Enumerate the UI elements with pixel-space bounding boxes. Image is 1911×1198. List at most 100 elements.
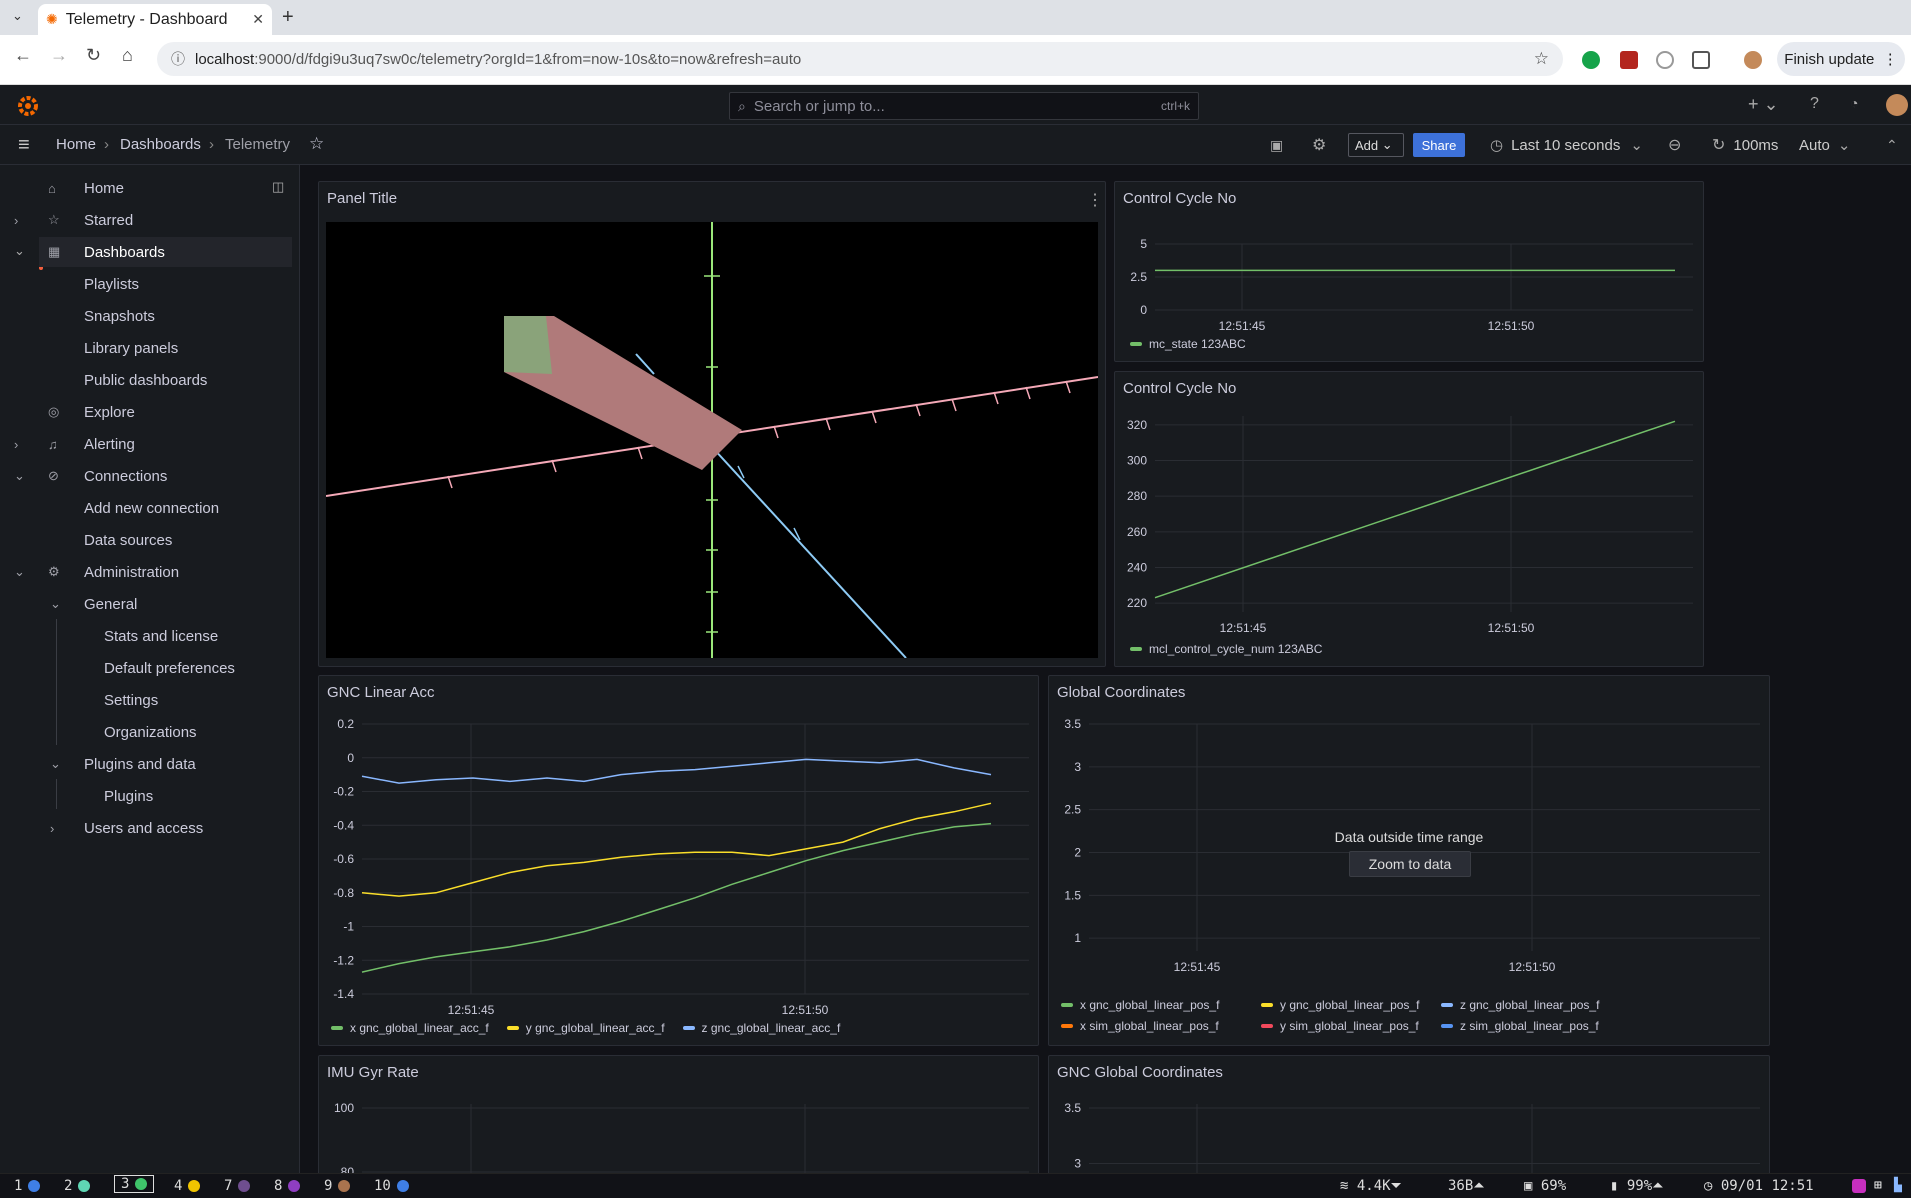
- new-menu-plus-icon[interactable]: + ⌄: [1748, 94, 1779, 115]
- sidebar-item-administration[interactable]: ⌄ ⚙ Administration: [0, 557, 300, 587]
- 3d-scene-canvas[interactable]: [326, 222, 1098, 658]
- workspace-button[interactable]: 7: [224, 1178, 251, 1194]
- refresh-picker[interactable]: ↻ 100ms: [1712, 133, 1778, 157]
- workspace-button[interactable]: 9: [324, 1178, 351, 1194]
- sidebar-item-users-and-access[interactable]: › Users and access: [0, 813, 300, 843]
- finish-update-button[interactable]: Finish update ⋮: [1777, 42, 1905, 76]
- legend-item[interactable]: x gnc_global_linear_acc_f: [331, 1021, 489, 1035]
- legend-label: x gnc_global_linear_acc_f: [350, 1021, 489, 1035]
- control-cycle-state-chart[interactable]: 5 2.5 0 12:51:45 12:51:50: [1115, 182, 1705, 363]
- forward-icon[interactable]: →: [50, 45, 68, 66]
- zoom-to-data-button[interactable]: Zoom to data: [1349, 851, 1471, 877]
- home-icon[interactable]: ⌂: [122, 45, 133, 66]
- zoom-out-icon[interactable]: ⊖: [1668, 133, 1681, 157]
- grammarly-extension-icon[interactable]: [1582, 51, 1600, 69]
- workspace-button[interactable]: 3: [114, 1175, 155, 1193]
- imu-gyr-rate-chart[interactable]: 10080: [319, 1056, 1040, 1174]
- chevron-down-icon[interactable]: ⌄: [14, 564, 25, 580]
- sidebar-item-organizations[interactable]: Organizations: [104, 717, 284, 747]
- tab-list-chevron-icon[interactable]: ⌄: [12, 8, 23, 24]
- workspace-button[interactable]: 10: [374, 1178, 409, 1194]
- sidebar-item-home[interactable]: ⌂ Home: [0, 173, 300, 203]
- news-rss-icon[interactable]: ◔: [1850, 95, 1858, 111]
- bookmark-star-icon[interactable]: ☆: [1534, 49, 1549, 69]
- sidebar-item-data-sources[interactable]: Data sources: [84, 525, 284, 555]
- settings-gear-icon[interactable]: ⚙: [1312, 133, 1326, 157]
- legend-item[interactable]: z sim_global_linear_pos_f: [1441, 1019, 1641, 1033]
- time-range-picker[interactable]: ◷ Last 10 seconds ⌄: [1490, 133, 1643, 157]
- search-input[interactable]: ⌕ Search or jump to... ctrl+k: [729, 92, 1199, 120]
- close-tab-icon[interactable]: ✕: [252, 11, 264, 28]
- chevron-down-icon[interactable]: ⌄: [50, 756, 61, 772]
- sidebar-item-starred[interactable]: › ☆ Starred: [0, 205, 300, 235]
- menu-hamburger-icon[interactable]: ≡: [18, 134, 30, 157]
- y-tick-label: 3.5: [1064, 1101, 1081, 1115]
- new-tab-icon[interactable]: +: [282, 6, 294, 29]
- star-icon[interactable]: ☆: [309, 134, 324, 154]
- sidebar-item-general[interactable]: ⌄ General: [0, 589, 300, 619]
- profile-avatar[interactable]: [1744, 51, 1762, 69]
- share-button[interactable]: Share: [1413, 133, 1465, 157]
- workspace-button[interactable]: 2: [64, 1178, 91, 1194]
- user-avatar[interactable]: [1886, 94, 1908, 116]
- site-info-icon[interactable]: ⓘ: [171, 49, 185, 69]
- back-icon[interactable]: ←: [14, 45, 32, 66]
- sidebar-item-plugins[interactable]: Plugins: [104, 781, 284, 811]
- reload-icon[interactable]: ↻: [86, 45, 101, 66]
- breadcrumb-dashboards[interactable]: Dashboards: [120, 136, 201, 153]
- sidebar-item-playlists[interactable]: Playlists: [84, 269, 284, 299]
- sidebar-item-explore[interactable]: ◎ Explore: [0, 397, 300, 427]
- chevron-right-icon[interactable]: ›: [50, 821, 54, 836]
- extension-icon[interactable]: [1620, 51, 1638, 69]
- sidebar-item-connections[interactable]: ⌄ ⊘ Connections: [0, 461, 300, 491]
- chevron-right-icon[interactable]: ›: [14, 437, 18, 452]
- control-cycle-num-chart[interactable]: 320 300 280 260 240 220 12:51:45 12:51:50: [1115, 372, 1705, 668]
- url-input[interactable]: ⓘ localhost:9000/d/fdgi9u3uq7sw0c/teleme…: [157, 42, 1563, 76]
- sidebar-item-add-new-connection[interactable]: Add new connection: [84, 493, 284, 523]
- sidebar-item-public-dashboards[interactable]: Public dashboards: [84, 365, 284, 395]
- legend-item[interactable]: mc_state 123ABC: [1130, 337, 1246, 351]
- chevron-down-icon: ⌄: [1837, 137, 1851, 154]
- extension-icon[interactable]: [1656, 51, 1674, 69]
- sidebar-item-dashboards[interactable]: ▦ Dashboards: [39, 237, 292, 267]
- chevron-right-icon[interactable]: ›: [14, 213, 18, 228]
- legend-item[interactable]: mcl_control_cycle_num 123ABC: [1130, 642, 1322, 656]
- gnc-global-coordinates-chart[interactable]: 3.53: [1049, 1056, 1771, 1174]
- tray-app-icon[interactable]: [1852, 1179, 1866, 1193]
- legend-item[interactable]: z gnc_global_linear_pos_f: [1441, 998, 1641, 1012]
- grafana-logo-icon[interactable]: [16, 94, 40, 118]
- chevron-down-icon[interactable]: ⌄: [14, 243, 25, 259]
- add-button[interactable]: Add ⌄: [1348, 133, 1404, 157]
- extensions-puzzle-icon[interactable]: [1692, 51, 1710, 69]
- panel-menu-icon[interactable]: ⋮: [1087, 190, 1103, 210]
- chevron-down-icon[interactable]: ⌄: [50, 596, 61, 612]
- legend-label: mc_state 123ABC: [1149, 337, 1246, 351]
- legend-item[interactable]: z gnc_global_linear_acc_f: [682, 1021, 840, 1035]
- legend-item[interactable]: x sim_global_linear_pos_f: [1061, 1019, 1261, 1033]
- workspace-button[interactable]: 4: [174, 1178, 201, 1194]
- legend-item[interactable]: y gnc_global_linear_acc_f: [506, 1021, 665, 1035]
- legend-item[interactable]: y gnc_global_linear_pos_f: [1261, 998, 1441, 1012]
- refresh-mode-select[interactable]: Auto ⌄: [1799, 133, 1850, 157]
- legend-item[interactable]: x gnc_global_linear_pos_f: [1061, 998, 1261, 1012]
- collapse-chevron-up-icon[interactable]: ⌃: [1886, 133, 1898, 157]
- workspace-button[interactable]: 8: [274, 1178, 301, 1194]
- sidebar-item-default-preferences[interactable]: Default preferences: [104, 653, 284, 683]
- tray-app-icon[interactable]: ▙: [1894, 1178, 1902, 1193]
- refresh-icon[interactable]: ↻: [1712, 135, 1725, 155]
- save-icon[interactable]: ▣: [1270, 133, 1283, 157]
- sidebar-item-snapshots[interactable]: Snapshots: [84, 301, 284, 331]
- sidebar-item-settings[interactable]: Settings: [104, 685, 284, 715]
- legend-item[interactable]: y sim_global_linear_pos_f: [1261, 1019, 1441, 1033]
- chevron-down-icon[interactable]: ⌄: [14, 468, 25, 484]
- gnc-linear-acc-chart[interactable]: 0.2 0 -0.2 -0.4 -0.6 -0.8 -1 -1.2 -1.4 12:51:45 12…: [319, 676, 1040, 1047]
- browser-tab[interactable]: ✺ Telemetry - Dashboard ✕: [38, 4, 272, 35]
- sidebar-item-stats-and-license[interactable]: Stats and license: [104, 621, 284, 651]
- breadcrumb-home[interactable]: Home: [56, 136, 96, 153]
- sidebar-item-alerting[interactable]: › ♫ Alerting: [0, 429, 300, 459]
- tray-app-icon[interactable]: ⊞: [1874, 1178, 1882, 1193]
- sidebar-item-plugins-and-data[interactable]: ⌄ Plugins and data: [0, 749, 300, 779]
- sidebar-item-library-panels[interactable]: Library panels: [84, 333, 284, 363]
- help-icon[interactable]: ?: [1810, 95, 1819, 113]
- workspace-button[interactable]: 1: [14, 1178, 41, 1194]
